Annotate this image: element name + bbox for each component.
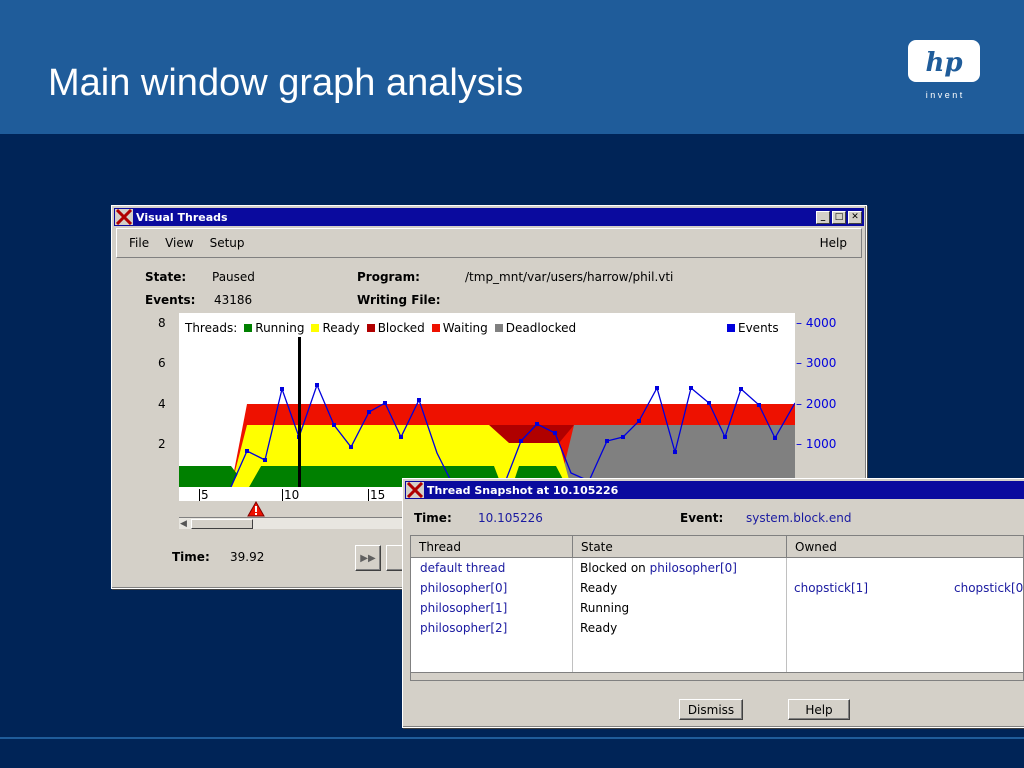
help-button[interactable]: Help [788, 699, 850, 720]
snapshot-event-label: Event: [680, 511, 724, 525]
snapshot-titlebar[interactable]: Thread Snapshot at 10.105226 [405, 481, 1024, 499]
row-thread[interactable]: philosopher[0] [420, 581, 507, 595]
legend-swatch-blocked [366, 324, 375, 332]
events-label: Events: [145, 293, 196, 307]
left-axis-tick: 2 [158, 437, 166, 451]
row-state: Ready [580, 621, 618, 635]
legend-deadlocked: Deadlocked [505, 321, 577, 335]
snapshot-event-value: system.block.end [746, 511, 852, 525]
fast-forward-button[interactable]: ▶▶ [355, 545, 381, 571]
snapshot-time-label: Time: [414, 511, 452, 525]
footer-line [0, 737, 1024, 739]
legend-ready: Ready [322, 321, 360, 335]
row-thread[interactable]: philosopher[2] [420, 621, 507, 635]
events-value: 43186 [214, 293, 253, 307]
hp-logo: hp i n v e n t [908, 40, 980, 100]
legend-swatch-waiting [431, 324, 440, 332]
scroll-thumb[interactable] [191, 519, 253, 529]
legend-threads: Threads: Running Ready Blocked Waiting D… [185, 321, 577, 335]
right-axis-tick: – 2000 [796, 397, 837, 411]
writing-file-label: Writing File: [357, 293, 441, 307]
left-axis-tick: 6 [158, 356, 166, 370]
legend-swatch-ready [311, 324, 320, 332]
column-owned[interactable]: Owned [787, 536, 1023, 558]
left-axis-tick: 8 [158, 316, 166, 330]
table-bottom-scroll[interactable] [411, 672, 1023, 680]
time-tick: 5 [201, 488, 209, 502]
legend-running: Running [255, 321, 305, 335]
menu-file[interactable]: File [121, 236, 157, 250]
warning-icon[interactable] [247, 501, 265, 517]
time-label: Time: [172, 550, 210, 564]
time-tick: 15 [370, 488, 386, 502]
dismiss-button[interactable]: Dismiss [679, 699, 743, 720]
state-link[interactable]: philosopher[0] [650, 561, 737, 575]
menu-help[interactable]: Help [812, 236, 855, 250]
close-icon[interactable]: ✕ [848, 210, 862, 224]
slide-title: Main window graph analysis [48, 62, 524, 104]
main-window-title: Visual Threads [136, 210, 228, 224]
main-titlebar[interactable]: Visual Threads _ □ ✕ [114, 208, 864, 226]
menubar: File View Setup Help [116, 228, 862, 258]
program-value: /tmp_mnt/var/users/harrow/phil.vti [465, 270, 674, 284]
legend-swatch-running [244, 324, 253, 332]
state-value: Paused [212, 270, 255, 284]
legend-events: Events [727, 321, 779, 335]
row-owned[interactable]: chopstick[0 [954, 581, 1023, 595]
column-state[interactable]: State [573, 536, 787, 558]
x-app-icon [406, 482, 424, 498]
scroll-left-icon: ◀ [180, 519, 187, 529]
x-app-icon [115, 209, 133, 225]
time-tick: 10 [284, 488, 300, 502]
row-state: Running [580, 601, 630, 615]
snapshot-table: Thread State Owned default thread Blocke… [410, 535, 1024, 681]
hp-mark: hp [925, 48, 962, 78]
maximize-icon[interactable]: □ [832, 210, 846, 224]
program-label: Program: [357, 270, 420, 284]
menu-setup[interactable]: Setup [202, 236, 253, 250]
snapshot-time-value: 10.105226 [478, 511, 543, 525]
row-state: Blocked on philosopher[0] [580, 561, 737, 575]
legend-swatch-deadlocked [494, 324, 503, 332]
left-axis-tick: 4 [158, 397, 166, 411]
state-label: State: [145, 270, 187, 284]
legend-swatch-events [727, 324, 735, 332]
hp-tagline: i n v e n t [926, 90, 963, 100]
right-axis-tick: – 4000 [796, 316, 837, 330]
thread-graph-svg [179, 337, 795, 487]
legend-waiting: Waiting [442, 321, 488, 335]
row-owned[interactable]: chopstick[1] [794, 581, 868, 595]
legend-blocked: Blocked [377, 321, 425, 335]
row-state: Ready [580, 581, 618, 595]
snapshot-window-title: Thread Snapshot at 10.105226 [427, 483, 619, 497]
column-thread[interactable]: Thread [411, 536, 573, 558]
time-cursor [298, 337, 301, 487]
thread-graph[interactable]: Threads: Running Ready Blocked Waiting D… [179, 313, 795, 487]
right-axis-tick: – 1000 [796, 437, 837, 451]
menu-view[interactable]: View [157, 236, 201, 250]
row-thread[interactable]: default thread [420, 561, 505, 575]
time-value: 39.92 [230, 550, 265, 564]
minimize-icon[interactable]: _ [816, 210, 830, 224]
right-axis-tick: – 3000 [796, 356, 837, 370]
row-thread[interactable]: philosopher[1] [420, 601, 507, 615]
fast-forward-icon: ▶▶ [360, 552, 376, 564]
